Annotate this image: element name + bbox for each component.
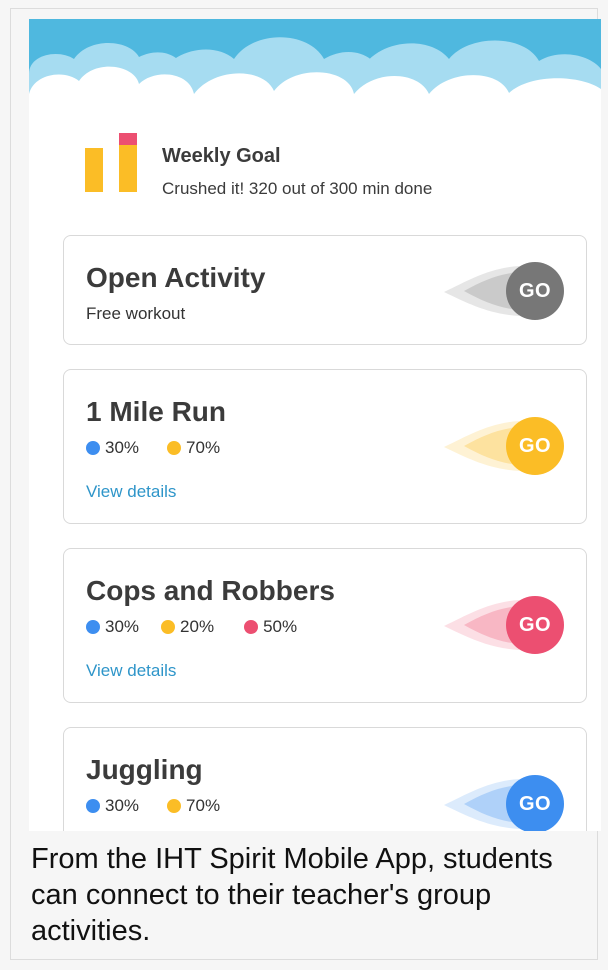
stat-value: 70% [186, 438, 221, 457]
stat-yellow: 20% [161, 617, 214, 637]
go-label: GO [506, 775, 564, 831]
blue-dot-icon [86, 799, 100, 813]
stat-value: 30% [105, 796, 140, 815]
screenshot-frame: Weekly Goal Crushed it! 320 out of 300 m… [10, 8, 601, 960]
activity-title: 1 Mile Run [86, 396, 227, 427]
stat-blue: 30% [86, 438, 139, 458]
activity-card-1-mile-run[interactable]: 1 Mile Run 30% 70% View details GO [63, 369, 587, 524]
activity-title: Juggling [86, 754, 203, 785]
activity-card-juggling[interactable]: Juggling 30% 70% GO [63, 727, 587, 831]
go-button-juggling[interactable]: GO [444, 773, 564, 831]
yellow-dot-icon [161, 620, 176, 634]
view-details-link[interactable]: View details [86, 661, 176, 681]
stat-red: 50% [244, 617, 297, 637]
blue-dot-icon [86, 441, 100, 455]
weekly-goal-title: Weekly Goal [162, 145, 281, 167]
weekly-goal-status: Crushed it! 320 out of 300 min done [162, 179, 433, 198]
go-label: GO [506, 596, 564, 654]
activity-subtitle: Free workout [86, 304, 186, 323]
weekly-goal-section: Weekly Goal Crushed it! 320 out of 300 m… [85, 133, 565, 203]
go-button-1-mile-run[interactable]: GO [444, 415, 564, 477]
stat-value: 20% [180, 617, 215, 636]
yellow-dot-icon [167, 799, 182, 813]
cloud-header-illustration [29, 19, 601, 129]
go-label: GO [506, 417, 564, 475]
go-button-cops-and-robbers[interactable]: GO [444, 594, 564, 656]
activity-stats: 30% 70% [86, 438, 220, 458]
image-caption: From the IHT Spirit Mobile App, students… [31, 843, 553, 947]
view-details-link[interactable]: View details [86, 482, 176, 502]
activity-card-open-activity[interactable]: Open Activity Free workout GO [63, 235, 587, 345]
activity-title: Open Activity [86, 262, 266, 293]
activity-stats: 30% 70% [86, 796, 220, 816]
stat-blue: 30% [86, 796, 139, 816]
stat-value: 70% [186, 796, 221, 815]
blue-dot-icon [86, 620, 100, 634]
go-button-open-activity[interactable]: GO [444, 260, 564, 322]
activity-title: Cops and Robbers [86, 575, 335, 606]
stat-yellow: 70% [167, 796, 220, 816]
activity-card-cops-and-robbers[interactable]: Cops and Robbers 30% 20% 50% View detail… [63, 548, 587, 703]
red-dot-icon [244, 620, 259, 634]
yellow-dot-icon [167, 441, 182, 455]
stat-value: 50% [263, 617, 298, 636]
weekly-goal-bars-icon [85, 133, 137, 192]
stat-blue: 30% [86, 617, 139, 637]
stat-yellow: 70% [167, 438, 220, 458]
stat-value: 30% [105, 438, 140, 457]
go-label: GO [506, 262, 564, 320]
app-screen: Weekly Goal Crushed it! 320 out of 300 m… [29, 19, 601, 831]
stat-value: 30% [105, 617, 140, 636]
activity-stats: 30% 20% 50% [86, 617, 297, 637]
